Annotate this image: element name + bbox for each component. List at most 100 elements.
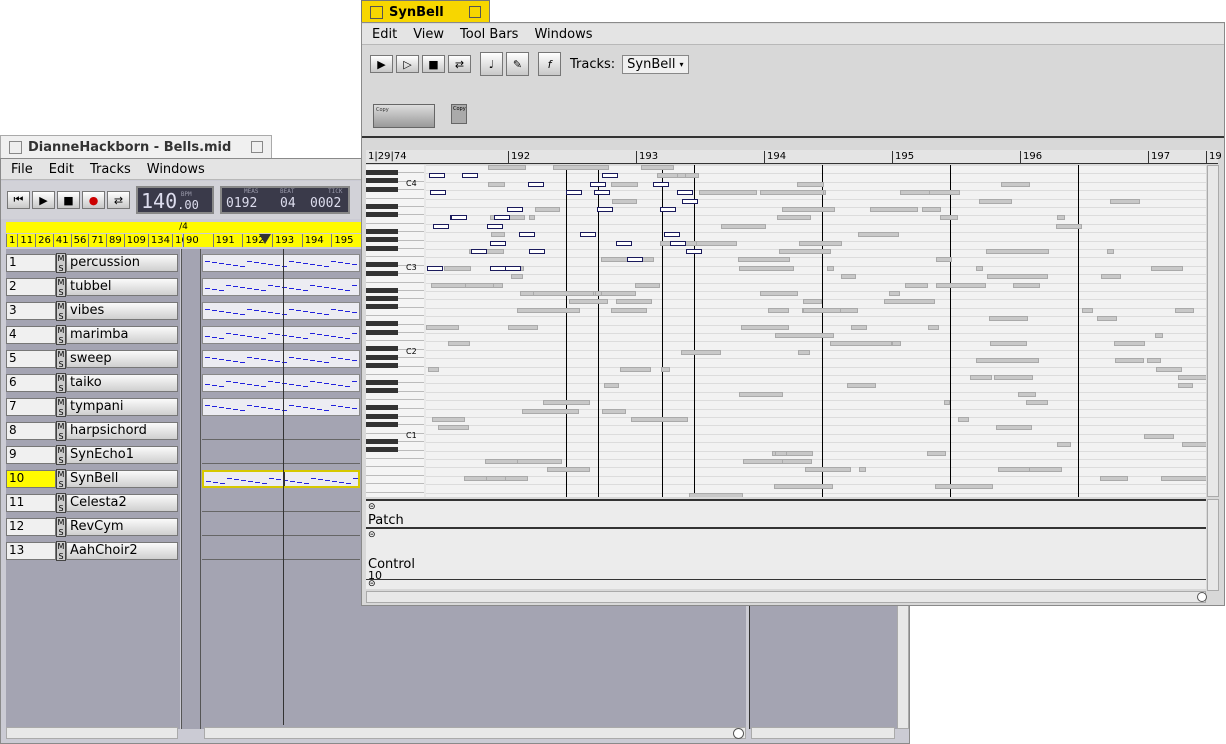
solo-button[interactable]: S bbox=[57, 336, 65, 346]
note[interactable] bbox=[670, 240, 686, 246]
note[interactable] bbox=[566, 190, 582, 196]
mute-solo-buttons[interactable]: MS bbox=[56, 277, 66, 297]
patch-controller[interactable]: ⊝ Patch bbox=[366, 499, 1206, 528]
play-button[interactable]: ▶ bbox=[370, 55, 393, 73]
mute-solo-buttons[interactable]: MS bbox=[56, 253, 66, 273]
track-lane[interactable] bbox=[202, 326, 360, 344]
black-key[interactable] bbox=[366, 321, 398, 327]
black-key[interactable] bbox=[366, 329, 398, 335]
track-list-hscroll[interactable] bbox=[6, 727, 178, 739]
record-button[interactable]: ● bbox=[82, 191, 105, 209]
mute-button[interactable]: M bbox=[57, 278, 65, 288]
editor-ruler[interactable]: 1|29|74 192 193 194 195 196 197 19 bbox=[366, 150, 1222, 164]
white-key[interactable] bbox=[366, 484, 424, 493]
song-zoom-icon[interactable] bbox=[733, 728, 744, 739]
note[interactable] bbox=[519, 232, 535, 238]
mute-solo-buttons[interactable]: MS bbox=[56, 493, 66, 513]
track-lane[interactable] bbox=[202, 518, 360, 536]
solo-button[interactable]: S bbox=[57, 552, 65, 562]
black-key[interactable] bbox=[366, 363, 398, 369]
solo-button[interactable]: S bbox=[57, 288, 65, 298]
note[interactable] bbox=[529, 249, 545, 254]
add-controller-icon[interactable]: ⊝ bbox=[366, 579, 1206, 589]
track-lane[interactable] bbox=[202, 470, 360, 488]
mute-button[interactable]: M bbox=[57, 350, 65, 360]
mute-button[interactable]: M bbox=[57, 374, 65, 384]
menu-edit[interactable]: Edit bbox=[366, 27, 403, 42]
mute-solo-buttons[interactable]: MS bbox=[56, 325, 66, 345]
note[interactable] bbox=[660, 207, 676, 212]
black-key[interactable] bbox=[366, 237, 398, 243]
stop-button[interactable]: ■ bbox=[57, 191, 80, 209]
menu-windows[interactable]: Windows bbox=[141, 162, 211, 177]
black-key[interactable] bbox=[366, 170, 398, 175]
track-name[interactable]: sweep bbox=[66, 350, 178, 368]
note[interactable] bbox=[487, 223, 503, 229]
mute-solo-buttons[interactable]: MS bbox=[56, 373, 66, 393]
close-box-icon[interactable] bbox=[9, 140, 22, 154]
track-number[interactable]: 4 bbox=[6, 326, 56, 344]
solo-button[interactable]: S bbox=[57, 264, 65, 274]
track-row[interactable]: 11 M S Celesta2 bbox=[6, 493, 178, 513]
track-row[interactable]: 7 M Stympani bbox=[6, 397, 178, 417]
black-key[interactable] bbox=[366, 304, 398, 310]
white-key[interactable] bbox=[366, 475, 424, 485]
black-key[interactable] bbox=[366, 413, 398, 419]
right-hscroll[interactable] bbox=[751, 727, 895, 739]
editor-ctrl-vscroll[interactable] bbox=[1207, 499, 1219, 591]
note[interactable] bbox=[490, 240, 506, 246]
track-name[interactable]: tympani bbox=[66, 398, 178, 416]
track-row[interactable]: 2 M Stubbel bbox=[6, 277, 178, 297]
black-key[interactable] bbox=[366, 422, 398, 427]
menu-tracks[interactable]: Tracks bbox=[84, 162, 137, 177]
song-ruler-right[interactable]: 90 191 192 193 194 195 bbox=[183, 234, 361, 247]
track-number[interactable]: 5 bbox=[6, 350, 56, 368]
track-number[interactable]: 2 bbox=[6, 278, 56, 296]
track-number[interactable]: 1 bbox=[6, 254, 56, 272]
white-key[interactable] bbox=[366, 459, 424, 468]
note[interactable] bbox=[528, 181, 544, 187]
note[interactable] bbox=[462, 173, 478, 179]
solo-button[interactable]: S bbox=[57, 480, 65, 490]
mute-button[interactable]: M bbox=[57, 518, 65, 528]
menu-windows[interactable]: Windows bbox=[528, 27, 598, 42]
track-number[interactable]: 8 bbox=[6, 422, 56, 440]
mute-button[interactable]: M bbox=[57, 302, 65, 312]
mute-button[interactable]: M bbox=[57, 494, 65, 504]
mute-solo-buttons[interactable]: MS bbox=[56, 517, 66, 537]
note[interactable] bbox=[451, 215, 467, 221]
position-display[interactable]: MEAS BEAT TICK 0192 04 0002 bbox=[220, 186, 350, 214]
mute-button[interactable]: M bbox=[57, 470, 65, 480]
mute-solo-buttons[interactable]: MS bbox=[56, 445, 66, 465]
track-row[interactable]: 8 M Sharpsichord bbox=[6, 421, 178, 441]
track-row[interactable]: 10 M S SynBell bbox=[6, 469, 178, 489]
track-name[interactable]: harpsichord bbox=[66, 422, 178, 440]
track-number[interactable]: 12 bbox=[6, 518, 56, 536]
track-row[interactable]: 13 M S AahChoir2 bbox=[6, 541, 178, 561]
track-name[interactable]: taiko bbox=[66, 374, 178, 392]
track-row[interactable]: 12 M S RevCym bbox=[6, 517, 178, 537]
note[interactable] bbox=[653, 181, 669, 187]
black-key[interactable] bbox=[366, 296, 398, 301]
track-number[interactable]: 11 bbox=[6, 494, 56, 512]
mute-solo-buttons[interactable]: MS bbox=[56, 397, 66, 417]
solo-button[interactable]: S bbox=[57, 360, 65, 370]
mute-solo-buttons[interactable]: MS bbox=[56, 541, 66, 561]
track-row[interactable]: 1 M Spercussion bbox=[6, 253, 178, 273]
play-button[interactable]: ▶ bbox=[32, 191, 55, 209]
white-key[interactable] bbox=[366, 467, 424, 476]
track-name[interactable]: SynBell bbox=[66, 470, 178, 488]
playhead-marker-icon[interactable] bbox=[259, 234, 271, 244]
black-key[interactable] bbox=[366, 354, 398, 360]
note[interactable] bbox=[627, 257, 643, 263]
editor-vscroll[interactable] bbox=[1207, 165, 1219, 497]
note[interactable] bbox=[686, 249, 702, 254]
song-ruler-left[interactable]: 1112641567189109134162 bbox=[6, 234, 194, 247]
tempo-display[interactable]: 140 .00 BPM bbox=[136, 186, 214, 214]
black-key[interactable] bbox=[366, 405, 398, 411]
zoom-box-icon[interactable] bbox=[469, 6, 481, 18]
play-from-here-button[interactable]: ▷ bbox=[396, 55, 419, 73]
editor-window-tab[interactable]: SynBell bbox=[361, 0, 490, 23]
mute-solo-buttons[interactable]: MS bbox=[56, 349, 66, 369]
black-key[interactable] bbox=[366, 287, 398, 293]
